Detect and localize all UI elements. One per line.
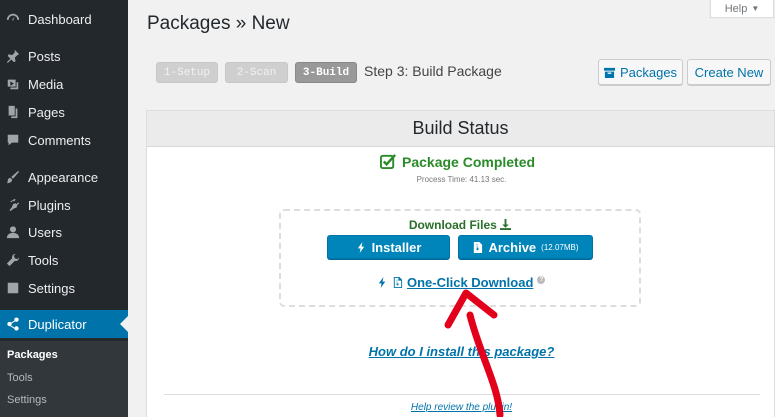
comment-icon	[6, 133, 20, 147]
sidebar-item-users[interactable]: Users	[0, 218, 128, 246]
sidebar-item-settings[interactable]: Settings	[0, 274, 128, 302]
sidebar-item-duplicator[interactable]: Duplicator	[0, 310, 128, 338]
packages-button[interactable]: Packages	[598, 59, 683, 85]
sidebar-item-label: Dashboard	[28, 11, 92, 27]
help-tab[interactable]: Help ▼	[710, 0, 774, 18]
brush-icon	[6, 170, 20, 184]
packages-button-label: Packages	[619, 64, 678, 80]
completed-text: Package Completed	[402, 153, 536, 170]
page-title: Packages » New	[147, 13, 290, 34]
submenu-item-tools[interactable]: Tools	[7, 372, 33, 384]
sidebar-item-label: Pages	[28, 104, 65, 120]
annotation-arrow-icon	[444, 289, 504, 417]
wrench-icon	[6, 253, 20, 267]
caret-down-icon: ▼	[751, 4, 760, 13]
step-build: 3-Build	[295, 62, 357, 83]
download-files-title: Download Files	[281, 218, 639, 232]
bolt-icon	[357, 241, 364, 253]
sidebar-item-comments[interactable]: Comments	[0, 126, 128, 154]
sidebar-item-label: Tools	[28, 252, 59, 268]
panel-title: Build Status	[147, 111, 774, 147]
help-label: Help	[724, 2, 748, 15]
archive-label: Archive	[488, 239, 537, 255]
installer-button[interactable]: Installer	[327, 235, 450, 259]
checkbox-check-icon	[380, 154, 397, 170]
file-archive-icon	[474, 241, 483, 253]
step-scan: 2-Scan	[225, 62, 288, 83]
sidebar-item-dashboard[interactable]: Dashboard	[0, 5, 128, 33]
sidebar-item-appearance[interactable]: Appearance	[0, 163, 128, 191]
sidebar-item-label: Appearance	[28, 169, 99, 185]
sidebar-item-label: Settings	[28, 280, 75, 296]
user-icon	[6, 225, 20, 239]
bolt-icon	[378, 277, 386, 288]
submenu-item-packages[interactable]: Packages	[7, 349, 58, 361]
sidebar-item-pages[interactable]: Pages	[0, 98, 128, 126]
sidebar-item-label: Media	[28, 76, 64, 92]
plugin-icon	[6, 198, 20, 212]
archive-box-icon	[603, 67, 615, 78]
dashboard-icon	[6, 12, 20, 26]
media-icon	[6, 77, 20, 91]
share-icon	[6, 317, 20, 331]
settings-icon	[6, 281, 20, 295]
create-new-button[interactable]: Create New	[687, 59, 771, 85]
file-archive-icon	[393, 277, 403, 288]
sidebar-item-posts[interactable]: Posts	[0, 42, 128, 70]
sidebar-item-label: Duplicator	[28, 316, 87, 332]
archive-size: (12.07MB)	[541, 242, 579, 252]
pin-icon	[6, 49, 20, 63]
installer-label: Installer	[371, 239, 422, 255]
sidebar-item-media[interactable]: Media	[0, 70, 128, 98]
download-icon	[500, 219, 512, 230]
archive-button[interactable]: Archive (12.07MB)	[458, 235, 593, 259]
package-completed-status: Package Completed	[380, 153, 535, 170]
step-setup: 1-Setup	[156, 62, 218, 83]
submenu-item-settings[interactable]: Settings	[7, 394, 47, 406]
help-question-icon[interactable]: ?	[537, 275, 546, 284]
page-icon	[6, 105, 20, 119]
sidebar-item-label: Users	[28, 224, 62, 240]
process-time: Process Time: 41.13 sec.	[416, 175, 507, 184]
download-title-text: Download Files	[408, 218, 497, 232]
sidebar-item-label: Comments	[28, 132, 91, 148]
admin-sidebar: Dashboard Posts Media Pages Comments App…	[0, 0, 128, 417]
sidebar-item-label: Plugins	[28, 197, 71, 213]
sidebar-item-plugins[interactable]: Plugins	[0, 191, 128, 219]
step-label: Step 3: Build Package	[364, 63, 502, 79]
sidebar-item-tools[interactable]: Tools	[0, 246, 128, 274]
create-new-label: Create New	[694, 64, 764, 80]
duplicator-submenu: Packages Tools Settings	[0, 341, 128, 417]
sidebar-item-label: Posts	[28, 48, 61, 64]
